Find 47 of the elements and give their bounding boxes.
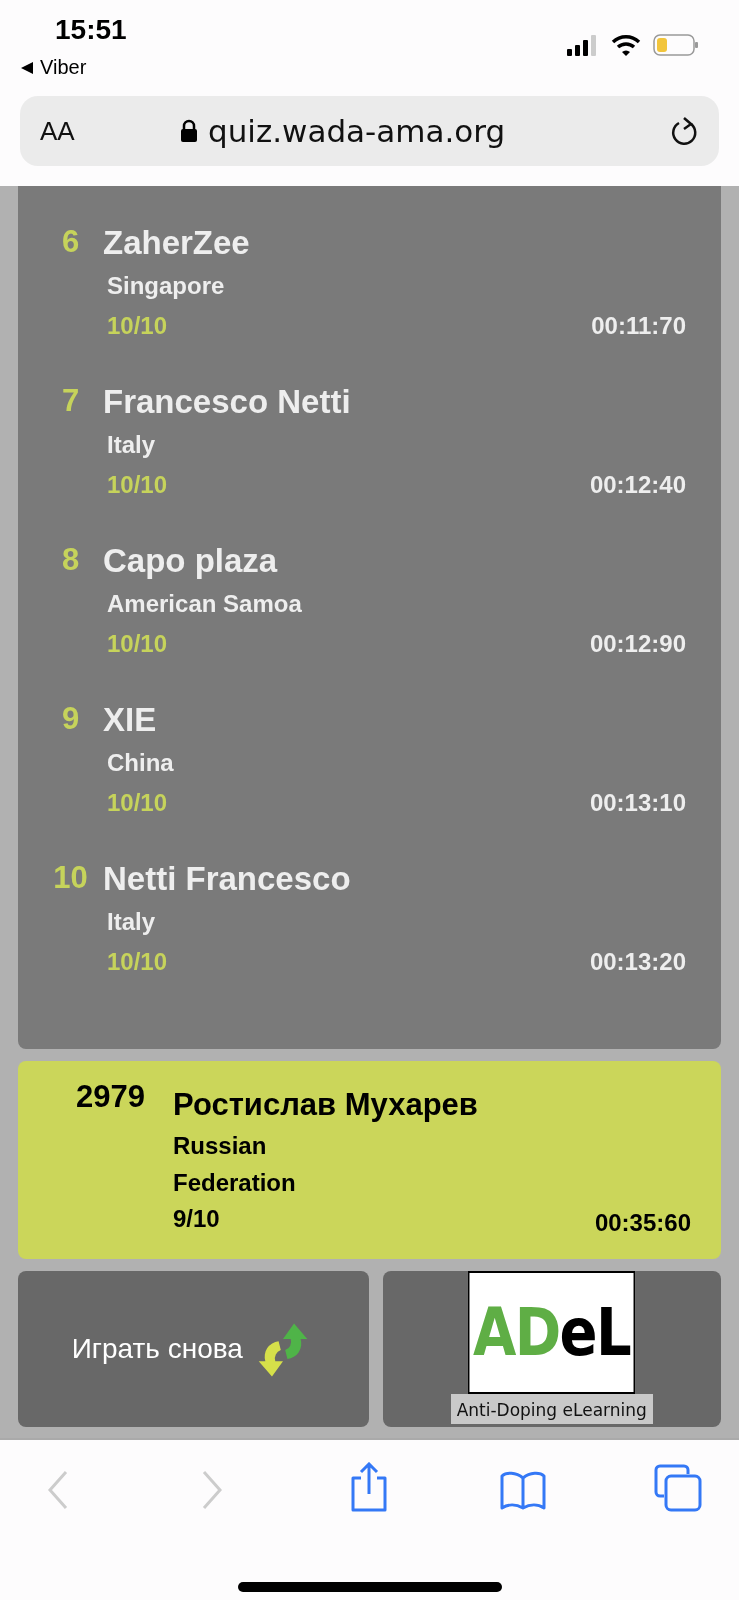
player-score: 10/10 bbox=[107, 948, 169, 976]
player-name: Netti Francesco bbox=[103, 860, 352, 898]
url-text: quiz.wada-ama.org bbox=[208, 113, 506, 149]
player-name: ZaherZee bbox=[103, 224, 251, 262]
battery-icon bbox=[653, 34, 699, 56]
logo-caption: Anti-Doping eLearning bbox=[450, 1394, 653, 1424]
rank-number: 2979 bbox=[75, 1079, 146, 1116]
player-score: 9/10 bbox=[173, 1205, 221, 1233]
player-time: 00:13:20 bbox=[589, 948, 686, 976]
player-country: Italy bbox=[107, 908, 157, 936]
player-name: XIE bbox=[103, 701, 158, 739]
player-score: 10/10 bbox=[107, 312, 169, 340]
play-again-button[interactable]: Играть снова bbox=[18, 1271, 369, 1427]
player-score: 10/10 bbox=[107, 471, 169, 499]
rank-number: 6 bbox=[60, 224, 81, 261]
tabs-icon[interactable] bbox=[654, 1464, 702, 1512]
player-time: 00:13:10 bbox=[589, 789, 686, 817]
player-time: 00:11:70 bbox=[591, 312, 686, 340]
bookmarks-icon[interactable] bbox=[500, 1470, 546, 1510]
player-time: 00:12:90 bbox=[589, 630, 686, 658]
back-triangle-icon[interactable] bbox=[20, 60, 34, 75]
player-country: China bbox=[107, 749, 175, 777]
share-icon[interactable] bbox=[349, 1462, 389, 1512]
player-country: Russian Federation bbox=[173, 1131, 297, 1198]
lock-icon bbox=[180, 119, 198, 143]
player-name: Ростислав Мухарев bbox=[173, 1087, 479, 1123]
player-name: Francesco Netti bbox=[103, 383, 352, 421]
player-country: American Samoa bbox=[107, 590, 303, 618]
address-bar[interactable]: AA quiz.wada-ama.org bbox=[20, 96, 719, 166]
rank-number: 10 bbox=[52, 860, 89, 897]
clock: 15:51 bbox=[55, 14, 127, 46]
player-score: 10/10 bbox=[107, 789, 169, 817]
player-time: 00:12:40 bbox=[589, 471, 686, 499]
text-size-button[interactable]: AA bbox=[40, 115, 180, 147]
rank-number: 7 bbox=[60, 383, 81, 420]
adel-logo[interactable]: ADeL bbox=[468, 1271, 636, 1394]
player-time: 00:35:60 bbox=[594, 1209, 691, 1237]
rank-number: 8 bbox=[60, 542, 81, 579]
player-country: Italy bbox=[107, 431, 157, 459]
player-score: 10/10 bbox=[107, 630, 169, 658]
player-name: Capo plaza bbox=[103, 542, 279, 580]
player-country: Singapore bbox=[107, 272, 226, 300]
reload-icon[interactable] bbox=[671, 116, 699, 146]
back-to-app-link[interactable]: Viber bbox=[40, 56, 87, 79]
rank-number: 9 bbox=[60, 701, 81, 738]
signal-icon bbox=[567, 34, 599, 56]
wifi-icon bbox=[611, 34, 641, 56]
